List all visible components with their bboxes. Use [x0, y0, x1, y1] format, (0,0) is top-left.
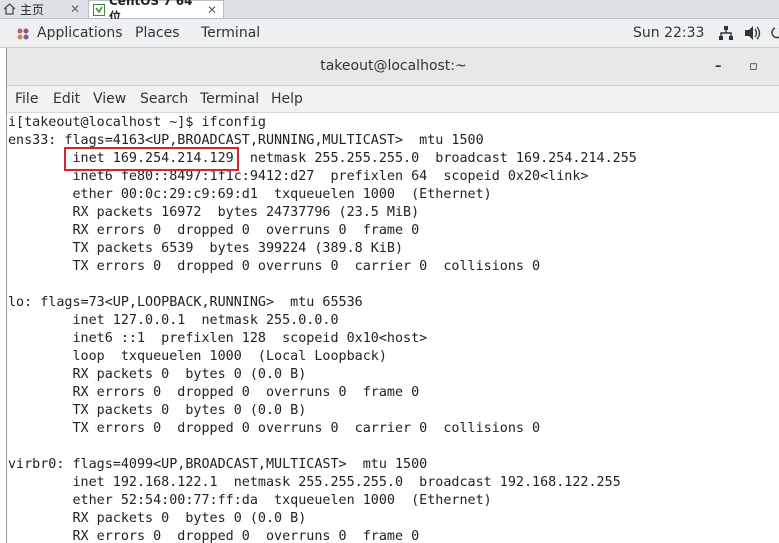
terminal-line: lo: flags=73<UP,LOOPBACK,RUNNING> mtu 65…	[8, 295, 363, 310]
clock[interactable]: Sun 22:33	[633, 19, 704, 47]
gnome-top-bar: Applications Places Terminal Sun 22:33	[0, 19, 779, 48]
terminal-line: ether 52:54:00:77:ff:da txqueuelen 1000 …	[8, 493, 492, 508]
terminal-line: TX packets 0 bytes 0 (0.0 B)	[8, 403, 307, 418]
terminal-line: TX errors 0 dropped 0 overruns 0 carrier…	[8, 421, 541, 436]
terminal-output[interactable]: i[takeout@localhost ~]$ ifconfig ens33: f…	[8, 114, 778, 543]
terminal-line: RX errors 0 dropped 0 overruns 0 frame 0	[8, 529, 420, 543]
terminal-line: RX packets 0 bytes 0 (0.0 B)	[8, 367, 307, 382]
minimize-button[interactable]: –	[715, 48, 722, 85]
highlight-box	[63, 147, 239, 171]
window-titlebar[interactable]: takeout@localhost:~ – ▫	[7, 48, 779, 86]
vm-icon	[93, 3, 105, 16]
menu-edit[interactable]: Edit	[53, 86, 80, 112]
terminal-line: RX errors 0 dropped 0 overruns 0 frame 0	[8, 223, 420, 238]
close-icon[interactable]: ✕	[70, 2, 80, 16]
volume-icon[interactable]	[744, 25, 762, 45]
menu-help[interactable]: Help	[271, 86, 303, 112]
terminal-line: TX errors 0 dropped 0 overruns 0 carrier…	[8, 259, 541, 274]
host-tab-strip: 主页 ✕ CentOS 7 64 位 ✕	[0, 0, 779, 24]
terminal-window: takeout@localhost:~ – ▫ File Edit View S…	[6, 48, 779, 543]
power-icon[interactable]	[770, 25, 779, 45]
terminal-line: virbr0: flags=4099<UP,BROADCAST,MULTICAS…	[8, 457, 428, 472]
applications-icon	[16, 26, 30, 45]
applications-menu[interactable]: Applications	[37, 19, 123, 47]
terminal-line: inet 192.168.122.1 netmask 255.255.255.0…	[8, 475, 621, 490]
menu-search[interactable]: Search	[140, 86, 188, 112]
terminal-line: ether 00:0c:29:c9:69:d1 txqueuelen 1000 …	[8, 187, 492, 202]
window-title: takeout@localhost:~	[320, 58, 467, 74]
terminal-line: RX packets 0 bytes 0 (0.0 B)	[8, 511, 307, 526]
close-icon[interactable]: ✕	[207, 3, 217, 17]
menu-terminal[interactable]: Terminal	[200, 86, 259, 112]
host-tab-home-label: 主页	[20, 2, 45, 17]
menu-file[interactable]: File	[15, 86, 38, 112]
host-tab-home[interactable]: 主页 ✕	[0, 0, 86, 18]
network-icon[interactable]	[718, 25, 734, 45]
terminal-line: inet6 ::1 prefixlen 128 scopeid 0x10<hos…	[8, 331, 428, 346]
terminal-menubar: File Edit View Search Terminal Help	[7, 86, 779, 113]
terminal-app-menu[interactable]: Terminal	[201, 19, 260, 47]
terminal-line: RX packets 16972 bytes 24737796 (23.5 Mi…	[8, 205, 420, 220]
places-menu[interactable]: Places	[135, 19, 180, 47]
terminal-line: TX packets 6539 bytes 399224 (389.8 KiB)	[8, 241, 404, 256]
menu-view[interactable]: View	[93, 86, 126, 112]
home-icon	[3, 3, 16, 15]
terminal-line: loop txqueuelen 1000 (Local Loopback)	[8, 349, 387, 364]
host-tab-vm[interactable]: CentOS 7 64 位 ✕	[88, 0, 224, 24]
maximize-button[interactable]: ▫	[749, 48, 758, 85]
terminal-line: RX errors 0 dropped 0 overruns 0 frame 0	[8, 385, 420, 400]
terminal-line: inet 127.0.0.1 netmask 255.0.0.0	[8, 313, 339, 328]
terminal-line: i[takeout@localhost ~]$ ifconfig	[8, 115, 266, 130]
